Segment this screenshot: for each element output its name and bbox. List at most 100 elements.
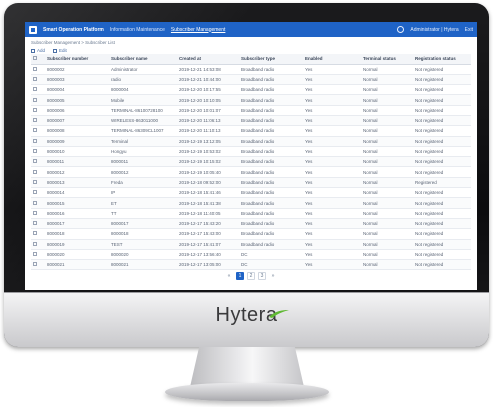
row-checkbox[interactable] — [31, 146, 45, 158]
checkbox-icon[interactable] — [33, 149, 37, 154]
row-checkbox[interactable] — [31, 228, 45, 240]
table-cell: Broadband radio — [239, 136, 303, 147]
row-checkbox[interactable] — [31, 64, 45, 75]
table-cell: Hongyu — [109, 146, 177, 158]
table-row[interactable]: 8000019 TEST 2019-12-17 15:41:07 Broadband … — [31, 239, 471, 250]
checkbox-icon[interactable] — [33, 241, 37, 246]
select-all-checkbox[interactable] — [31, 54, 45, 65]
checkbox-icon[interactable] — [33, 200, 37, 205]
table-cell: DC — [239, 249, 303, 261]
table-row[interactable]: 8000015 ET 2019-12-18 15:41:38 Broadband ra… — [31, 197, 471, 209]
tab-information-maintenance[interactable]: Information Maintenance — [110, 27, 165, 33]
row-checkbox[interactable] — [31, 208, 45, 219]
add-button[interactable]: Add — [31, 48, 45, 53]
table-cell: 2019-12-17 13:05:00 — [177, 259, 239, 271]
checkbox-icon[interactable] — [33, 190, 37, 195]
user-label[interactable]: Administrator | Hytera — [410, 27, 458, 33]
table-row[interactable]: 8000002 Administrator 2019-12-21 14:53:08 B… — [31, 64, 471, 75]
table-row[interactable]: 8000018 8000018 2019-12-17 15:43:00 Broadba… — [31, 228, 471, 240]
table-cell: 2019-12-20 10:10:05 — [177, 94, 239, 106]
table-cell: Yes — [303, 115, 361, 127]
logout-button[interactable]: Exit — [465, 27, 473, 33]
checkbox-icon[interactable] — [33, 262, 37, 267]
table-cell: 8000019 — [45, 239, 109, 250]
checkbox-icon[interactable] — [33, 76, 37, 81]
checkbox-icon[interactable] — [33, 210, 37, 215]
row-checkbox[interactable] — [31, 136, 45, 147]
table-row[interactable]: 8000013 Freda 2019-12-18 09:52:00 Broadband… — [31, 177, 471, 189]
checkbox-icon[interactable] — [33, 231, 37, 236]
checkbox-icon[interactable] — [33, 107, 37, 112]
table-row[interactable]: 8000012 8000012 2019-12-19 10:05:40 Broadba… — [31, 166, 471, 178]
tab-subscriber-management[interactable]: Subscriber Management — [171, 27, 225, 33]
row-checkbox[interactable] — [31, 74, 45, 86]
table-row[interactable]: 8000007 WIRELESS-863011000 2019-12-20 11:0… — [31, 115, 471, 127]
checkbox-icon[interactable] — [33, 221, 37, 226]
page-1-button[interactable]: 1 — [236, 272, 244, 280]
app-screen: Smart Operation Platform Information Mai… — [25, 22, 477, 290]
table-cell: Yes — [303, 228, 361, 240]
column-header: Registration status — [413, 54, 471, 65]
table-row[interactable]: 8000016 TT 2019-12-18 11:40:05 Broadband ra… — [31, 208, 471, 219]
table-cell: Normal — [361, 84, 413, 96]
checkbox-icon[interactable] — [33, 56, 37, 61]
table-row[interactable]: 8000004 8000004 2019-12-20 10:17:55 Broadba… — [31, 84, 471, 96]
row-checkbox[interactable] — [31, 239, 45, 250]
table-cell: 2019-12-19 10:15:02 — [177, 156, 239, 168]
table-cell: Not registered — [413, 197, 471, 209]
checkbox-icon[interactable] — [33, 159, 37, 164]
row-checkbox[interactable] — [31, 259, 45, 271]
table-row[interactable]: 8000010 Hongyu 2019-12-19 10:53:02 Broadban… — [31, 146, 471, 158]
table-row[interactable]: 8000003 radio 2019-12-21 10:44:00 Broadband… — [31, 74, 471, 86]
table-row[interactable]: 8000011 8000011 2019-12-19 10:15:02 Broadba… — [31, 156, 471, 168]
checkbox-icon[interactable] — [33, 97, 37, 102]
table-cell: Not registered — [413, 125, 471, 137]
row-checkbox[interactable] — [31, 249, 45, 261]
user-icon[interactable] — [397, 26, 405, 33]
table-row[interactable]: 8000008 TERMINAL-86309CL1007 2019-12-20 11… — [31, 125, 471, 137]
row-checkbox[interactable] — [31, 177, 45, 189]
row-checkbox[interactable] — [31, 94, 45, 106]
row-checkbox[interactable] — [31, 166, 45, 178]
table-cell: Not registered — [413, 84, 471, 96]
table-row[interactable]: 8000017 8000017 2019-12-17 15:43:20 Broadba… — [31, 218, 471, 230]
table-cell: Broadband radio — [239, 156, 303, 168]
row-checkbox[interactable] — [31, 115, 45, 127]
row-checkbox[interactable] — [31, 197, 45, 209]
table-cell: Terminal — [109, 136, 177, 147]
checkbox-icon[interactable] — [33, 118, 37, 123]
checkbox-icon[interactable] — [33, 179, 37, 184]
row-checkbox[interactable] — [31, 125, 45, 137]
checkbox-icon[interactable] — [33, 66, 37, 71]
table-row[interactable]: 8000005 Mobile 2019-12-20 10:10:05 Broadban… — [31, 94, 471, 106]
table-row[interactable]: 8000006 TERMINAL-86100728100 2019-12-20 10… — [31, 105, 471, 116]
table-cell: Not registered — [413, 146, 471, 158]
checkbox-icon[interactable] — [33, 251, 37, 256]
table-cell: 8000003 — [45, 74, 109, 86]
table-cell: Yes — [303, 84, 361, 96]
table-cell: Normal — [361, 208, 413, 219]
table-cell: Normal — [361, 228, 413, 240]
table-row[interactable]: 8000014 IP 2019-12-18 15:41:46 Broadband ra… — [31, 187, 471, 199]
row-checkbox[interactable] — [31, 187, 45, 199]
table-cell: Yes — [303, 166, 361, 178]
checkbox-icon[interactable] — [33, 87, 37, 92]
next-page-button[interactable]: » — [269, 272, 277, 280]
checkbox-icon[interactable] — [33, 138, 37, 143]
table-row[interactable]: 8000020 8000020 2019-12-17 13:56:40 DC Yes No… — [31, 249, 471, 261]
page-3-button[interactable]: 3 — [258, 272, 266, 280]
table-cell: 8000016 — [45, 208, 109, 219]
table-cell: 2019-12-19 10:53:02 — [177, 146, 239, 158]
table-cell: 8000020 — [45, 249, 109, 261]
row-checkbox[interactable] — [31, 218, 45, 230]
row-checkbox[interactable] — [31, 156, 45, 168]
table-row[interactable]: 8000021 8000021 2019-12-17 13:05:00 DC Yes No… — [31, 259, 471, 271]
page-2-button[interactable]: 2 — [247, 272, 255, 280]
row-checkbox[interactable] — [31, 84, 45, 96]
checkbox-icon[interactable] — [33, 169, 37, 174]
table-row[interactable]: 8000009 Terminal 2019-12-19 13:12:05 Broadb… — [31, 136, 471, 147]
checkbox-icon[interactable] — [33, 128, 37, 133]
prev-page-button[interactable]: « — [225, 272, 233, 280]
row-checkbox[interactable] — [31, 105, 45, 116]
edit-button[interactable]: Edit — [53, 48, 67, 53]
